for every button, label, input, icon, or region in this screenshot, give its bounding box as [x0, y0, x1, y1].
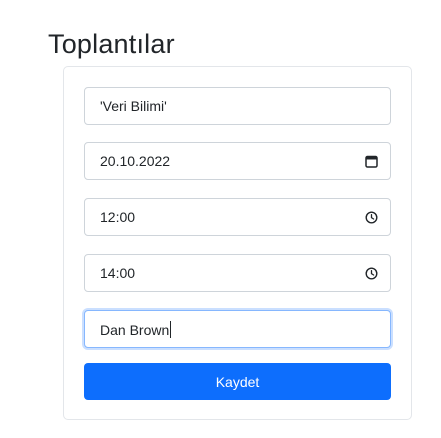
- save-button[interactable]: Kaydet: [84, 363, 391, 400]
- participant-value: Dan Brown: [100, 321, 170, 338]
- clock-icon[interactable]: [364, 210, 378, 224]
- page-title: Toplantılar: [48, 29, 175, 59]
- end-time-value: 14:00: [100, 265, 136, 281]
- date-input[interactable]: 20.10.2022: [84, 142, 391, 180]
- start-time-input[interactable]: 12:00: [84, 198, 391, 236]
- start-time-value: 12:00: [100, 209, 136, 225]
- topic-input[interactable]: 'Veri Bilimi': [84, 87, 391, 125]
- clock-icon[interactable]: [364, 266, 378, 280]
- participant-input[interactable]: Dan Brown: [84, 310, 391, 348]
- date-value: 20.10.2022: [100, 153, 171, 169]
- calendar-icon[interactable]: [364, 154, 378, 168]
- topic-value: 'Veri Bilimi': [100, 98, 167, 114]
- end-time-input[interactable]: 14:00: [84, 254, 391, 292]
- text-caret: [170, 320, 172, 338]
